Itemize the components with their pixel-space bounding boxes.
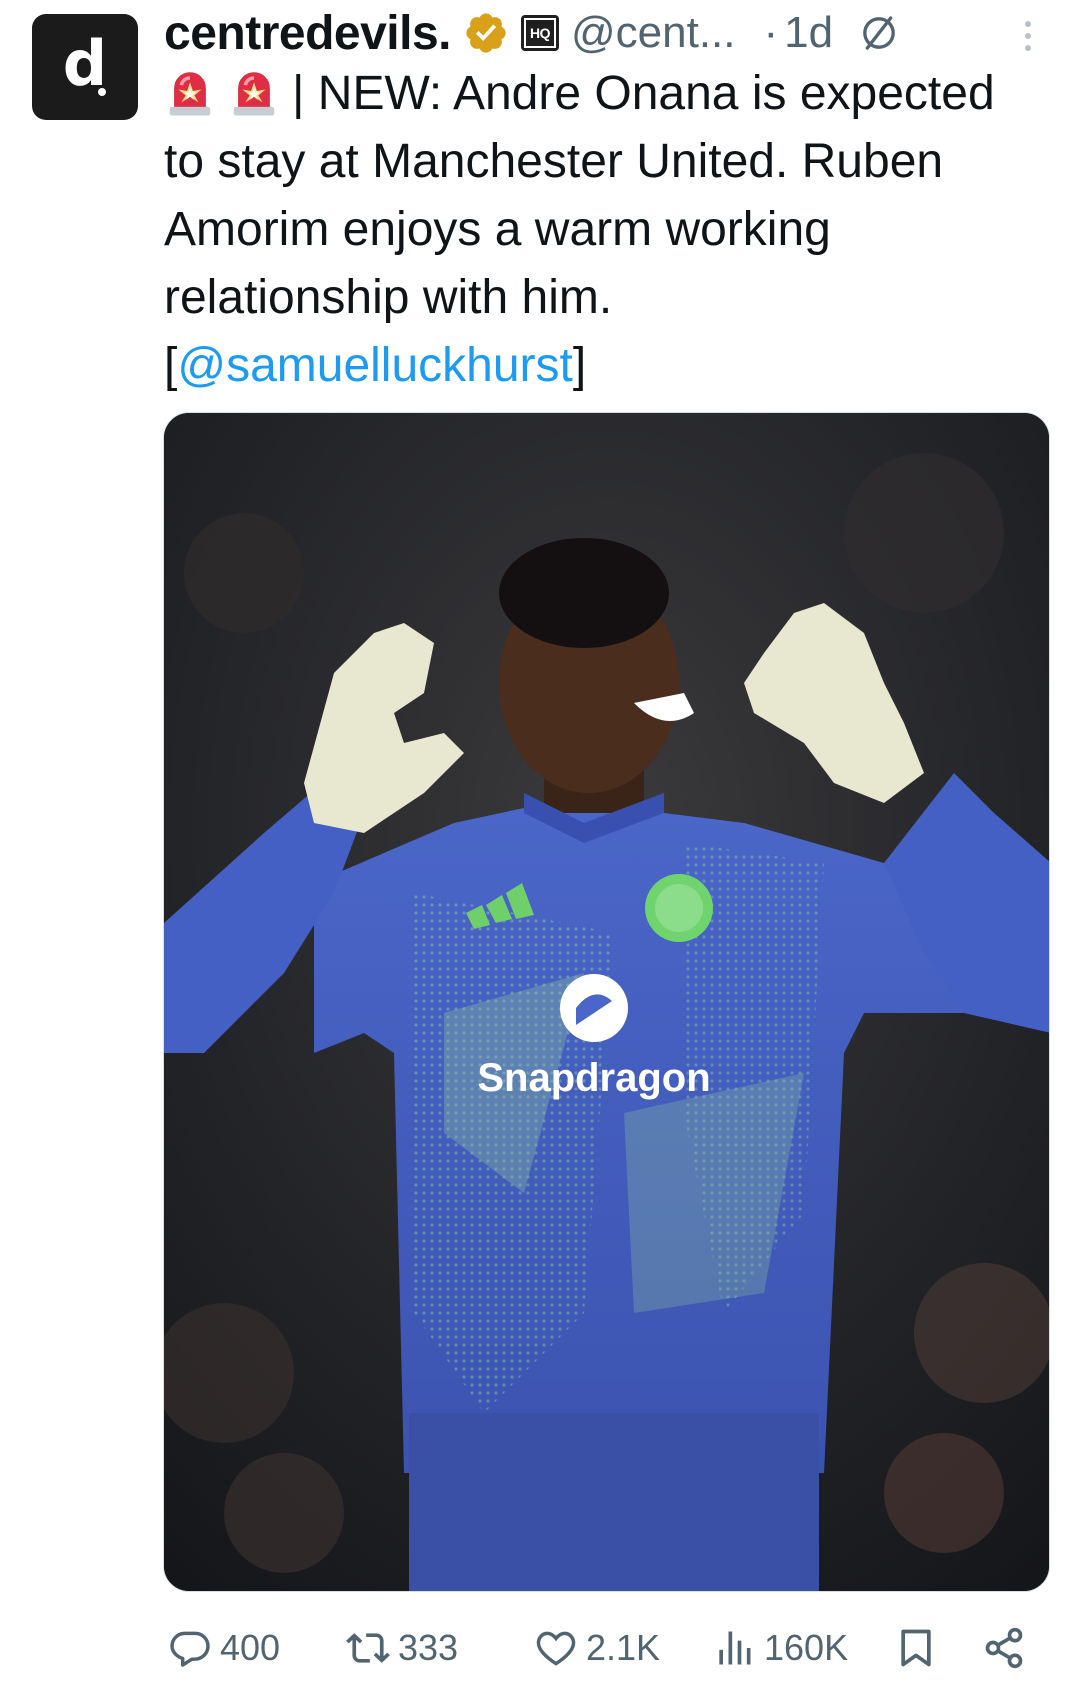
avatar-letter: d	[62, 27, 108, 100]
handle[interactable]: @cent...	[571, 8, 736, 58]
source-bracket-close: ]	[572, 339, 587, 392]
police-car-light-icon	[233, 72, 275, 116]
tweet-line-1-text: | NEW: Andre Onana is expected	[292, 67, 995, 120]
tweet-line-1: | NEW: Andre Onana is expected	[164, 60, 1064, 128]
repost-count: 333	[398, 1627, 459, 1668]
display-name[interactable]: centredevils.	[164, 6, 451, 61]
affiliate-badge[interactable]: HQ	[520, 15, 559, 51]
tweet-line-2: to stay at Manchester United. Ruben	[164, 135, 944, 188]
timestamp[interactable]: 1d	[784, 8, 833, 58]
like-button[interactable]: 2.1K	[534, 1620, 660, 1676]
sponsor-text: Snapdragon	[477, 1056, 710, 1100]
like-count: 2.1K	[586, 1627, 661, 1668]
photo-illustration: Snapdragon	[164, 413, 1049, 1591]
bookmark-button[interactable]	[894, 1620, 938, 1676]
bookmark-icon	[901, 1629, 931, 1667]
police-car-light-icon	[169, 72, 211, 116]
mention-link[interactable]: @samuelluckhurst	[177, 339, 573, 392]
reply-button[interactable]: 400	[168, 1620, 280, 1676]
tweet-source-line: [@samuelluckhurst]	[164, 332, 1064, 400]
share-button[interactable]	[982, 1620, 1026, 1676]
views-button[interactable]: 160K	[712, 1620, 848, 1676]
grok-icon[interactable]	[859, 13, 899, 53]
tweet-photo[interactable]: Snapdragon	[163, 412, 1050, 1592]
tweet-line-3: Amorim enjoys a warm working	[164, 203, 831, 256]
source-bracket-open: [	[164, 339, 178, 392]
more-options-icon[interactable]	[1018, 16, 1038, 56]
tweet-text: | NEW: Andre Onana is expected to stay a…	[164, 60, 1064, 400]
repost-icon	[346, 1633, 390, 1663]
tweet-header: centredevils. HQ @cent... · 1d	[164, 2, 1064, 64]
reply-icon	[170, 1631, 210, 1667]
views-chart-icon	[719, 1631, 751, 1665]
verified-badge-icon[interactable]	[463, 10, 509, 56]
affiliate-badge-label: HQ	[523, 18, 556, 48]
separator: ·	[763, 8, 779, 57]
share-icon	[985, 1627, 1023, 1669]
avatar[interactable]: d	[32, 14, 138, 120]
views-count: 160K	[764, 1627, 849, 1668]
reply-count: 400	[220, 1627, 281, 1668]
tweet-line-4: relationship with him.	[164, 271, 613, 324]
action-bar: 400 333 2.1K 160K	[164, 1620, 1064, 1676]
heart-icon	[536, 1631, 576, 1666]
avatar-dot	[98, 88, 106, 96]
repost-button[interactable]: 333	[346, 1620, 458, 1676]
